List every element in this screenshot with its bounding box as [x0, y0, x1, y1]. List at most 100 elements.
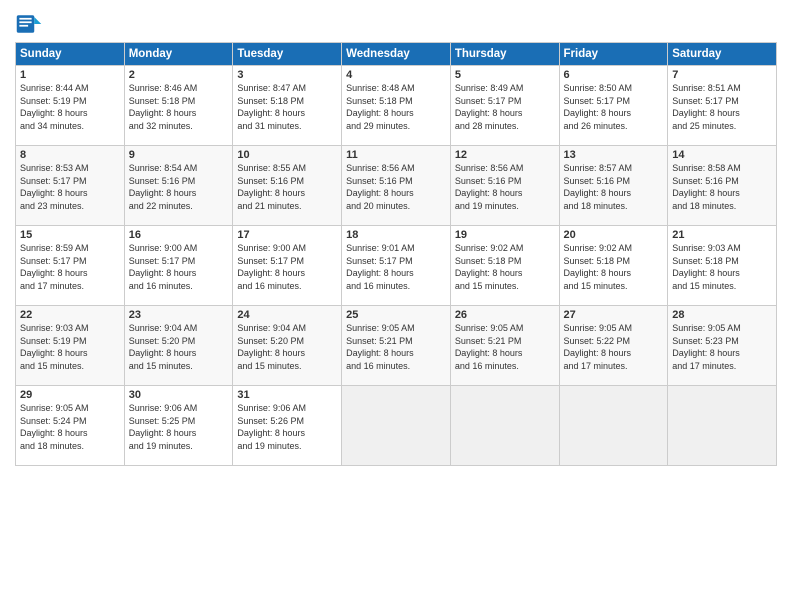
- day-number: 15: [20, 229, 120, 241]
- day-info: Sunrise: 8:55 AMSunset: 5:16 PMDaylight:…: [237, 162, 337, 212]
- day-info: Sunrise: 8:46 AMSunset: 5:18 PMDaylight:…: [129, 82, 229, 132]
- day-number: 14: [672, 149, 772, 161]
- day-info: Sunrise: 9:04 AMSunset: 5:20 PMDaylight:…: [237, 322, 337, 372]
- calendar-day: 5Sunrise: 8:49 AMSunset: 5:17 PMDaylight…: [450, 66, 559, 146]
- day-info: Sunrise: 9:05 AMSunset: 5:24 PMDaylight:…: [20, 402, 120, 452]
- day-number: 2: [129, 69, 229, 81]
- calendar-day: 17Sunrise: 9:00 AMSunset: 5:17 PMDayligh…: [233, 226, 342, 306]
- calendar-day: [559, 386, 668, 466]
- calendar-day: 13Sunrise: 8:57 AMSunset: 5:16 PMDayligh…: [559, 146, 668, 226]
- day-number: 18: [346, 229, 446, 241]
- day-info: Sunrise: 8:54 AMSunset: 5:16 PMDaylight:…: [129, 162, 229, 212]
- calendar-day: 9Sunrise: 8:54 AMSunset: 5:16 PMDaylight…: [124, 146, 233, 226]
- day-number: 28: [672, 309, 772, 321]
- col-wednesday: Wednesday: [342, 43, 451, 66]
- day-number: 1: [20, 69, 120, 81]
- calendar-day: 29Sunrise: 9:05 AMSunset: 5:24 PMDayligh…: [16, 386, 125, 466]
- calendar-day: 3Sunrise: 8:47 AMSunset: 5:18 PMDaylight…: [233, 66, 342, 146]
- day-number: 17: [237, 229, 337, 241]
- col-thursday: Thursday: [450, 43, 559, 66]
- calendar-day: 25Sunrise: 9:05 AMSunset: 5:21 PMDayligh…: [342, 306, 451, 386]
- day-info: Sunrise: 8:58 AMSunset: 5:16 PMDaylight:…: [672, 162, 772, 212]
- day-info: Sunrise: 8:50 AMSunset: 5:17 PMDaylight:…: [564, 82, 664, 132]
- day-number: 7: [672, 69, 772, 81]
- calendar-day: [450, 386, 559, 466]
- calendar-day: 20Sunrise: 9:02 AMSunset: 5:18 PMDayligh…: [559, 226, 668, 306]
- day-number: 4: [346, 69, 446, 81]
- day-number: 29: [20, 389, 120, 401]
- day-info: Sunrise: 9:06 AMSunset: 5:26 PMDaylight:…: [237, 402, 337, 452]
- calendar-day: 23Sunrise: 9:04 AMSunset: 5:20 PMDayligh…: [124, 306, 233, 386]
- day-number: 22: [20, 309, 120, 321]
- day-info: Sunrise: 8:51 AMSunset: 5:17 PMDaylight:…: [672, 82, 772, 132]
- calendar-week-5: 29Sunrise: 9:05 AMSunset: 5:24 PMDayligh…: [16, 386, 777, 466]
- calendar-day: 1Sunrise: 8:44 AMSunset: 5:19 PMDaylight…: [16, 66, 125, 146]
- day-number: 25: [346, 309, 446, 321]
- col-saturday: Saturday: [668, 43, 777, 66]
- day-number: 10: [237, 149, 337, 161]
- calendar-day: 2Sunrise: 8:46 AMSunset: 5:18 PMDaylight…: [124, 66, 233, 146]
- day-number: 13: [564, 149, 664, 161]
- day-number: 12: [455, 149, 555, 161]
- calendar-week-2: 8Sunrise: 8:53 AMSunset: 5:17 PMDaylight…: [16, 146, 777, 226]
- day-number: 6: [564, 69, 664, 81]
- logo-icon: [15, 10, 43, 38]
- calendar-table: Sunday Monday Tuesday Wednesday Thursday…: [15, 42, 777, 466]
- day-info: Sunrise: 9:05 AMSunset: 5:22 PMDaylight:…: [564, 322, 664, 372]
- day-info: Sunrise: 9:04 AMSunset: 5:20 PMDaylight:…: [129, 322, 229, 372]
- day-number: 21: [672, 229, 772, 241]
- calendar-day: 21Sunrise: 9:03 AMSunset: 5:18 PMDayligh…: [668, 226, 777, 306]
- calendar-day: 18Sunrise: 9:01 AMSunset: 5:17 PMDayligh…: [342, 226, 451, 306]
- calendar-day: 28Sunrise: 9:05 AMSunset: 5:23 PMDayligh…: [668, 306, 777, 386]
- day-info: Sunrise: 8:59 AMSunset: 5:17 PMDaylight:…: [20, 242, 120, 292]
- col-monday: Monday: [124, 43, 233, 66]
- day-info: Sunrise: 9:05 AMSunset: 5:21 PMDaylight:…: [455, 322, 555, 372]
- calendar-day: 22Sunrise: 9:03 AMSunset: 5:19 PMDayligh…: [16, 306, 125, 386]
- calendar-day: 10Sunrise: 8:55 AMSunset: 5:16 PMDayligh…: [233, 146, 342, 226]
- calendar-day: 12Sunrise: 8:56 AMSunset: 5:16 PMDayligh…: [450, 146, 559, 226]
- day-info: Sunrise: 8:56 AMSunset: 5:16 PMDaylight:…: [455, 162, 555, 212]
- day-info: Sunrise: 8:57 AMSunset: 5:16 PMDaylight:…: [564, 162, 664, 212]
- header-row: Sunday Monday Tuesday Wednesday Thursday…: [16, 43, 777, 66]
- calendar-day: 6Sunrise: 8:50 AMSunset: 5:17 PMDaylight…: [559, 66, 668, 146]
- day-info: Sunrise: 9:06 AMSunset: 5:25 PMDaylight:…: [129, 402, 229, 452]
- day-info: Sunrise: 9:02 AMSunset: 5:18 PMDaylight:…: [564, 242, 664, 292]
- calendar-day: 19Sunrise: 9:02 AMSunset: 5:18 PMDayligh…: [450, 226, 559, 306]
- calendar-day: 4Sunrise: 8:48 AMSunset: 5:18 PMDaylight…: [342, 66, 451, 146]
- day-info: Sunrise: 9:00 AMSunset: 5:17 PMDaylight:…: [129, 242, 229, 292]
- day-info: Sunrise: 9:05 AMSunset: 5:23 PMDaylight:…: [672, 322, 772, 372]
- day-info: Sunrise: 9:03 AMSunset: 5:19 PMDaylight:…: [20, 322, 120, 372]
- day-info: Sunrise: 8:48 AMSunset: 5:18 PMDaylight:…: [346, 82, 446, 132]
- day-number: 31: [237, 389, 337, 401]
- day-number: 20: [564, 229, 664, 241]
- calendar-day: [342, 386, 451, 466]
- day-number: 11: [346, 149, 446, 161]
- calendar-day: [668, 386, 777, 466]
- calendar-day: 8Sunrise: 8:53 AMSunset: 5:17 PMDaylight…: [16, 146, 125, 226]
- col-friday: Friday: [559, 43, 668, 66]
- day-number: 16: [129, 229, 229, 241]
- day-info: Sunrise: 8:53 AMSunset: 5:17 PMDaylight:…: [20, 162, 120, 212]
- col-tuesday: Tuesday: [233, 43, 342, 66]
- header: [15, 10, 777, 38]
- calendar-day: 30Sunrise: 9:06 AMSunset: 5:25 PMDayligh…: [124, 386, 233, 466]
- col-sunday: Sunday: [16, 43, 125, 66]
- calendar-week-3: 15Sunrise: 8:59 AMSunset: 5:17 PMDayligh…: [16, 226, 777, 306]
- day-info: Sunrise: 9:00 AMSunset: 5:17 PMDaylight:…: [237, 242, 337, 292]
- day-number: 24: [237, 309, 337, 321]
- day-info: Sunrise: 8:49 AMSunset: 5:17 PMDaylight:…: [455, 82, 555, 132]
- day-info: Sunrise: 8:56 AMSunset: 5:16 PMDaylight:…: [346, 162, 446, 212]
- day-number: 3: [237, 69, 337, 81]
- calendar-day: 16Sunrise: 9:00 AMSunset: 5:17 PMDayligh…: [124, 226, 233, 306]
- calendar-week-1: 1Sunrise: 8:44 AMSunset: 5:19 PMDaylight…: [16, 66, 777, 146]
- day-number: 9: [129, 149, 229, 161]
- day-info: Sunrise: 9:05 AMSunset: 5:21 PMDaylight:…: [346, 322, 446, 372]
- calendar-day: 27Sunrise: 9:05 AMSunset: 5:22 PMDayligh…: [559, 306, 668, 386]
- day-number: 5: [455, 69, 555, 81]
- calendar-day: 24Sunrise: 9:04 AMSunset: 5:20 PMDayligh…: [233, 306, 342, 386]
- day-number: 27: [564, 309, 664, 321]
- day-number: 23: [129, 309, 229, 321]
- calendar-day: 26Sunrise: 9:05 AMSunset: 5:21 PMDayligh…: [450, 306, 559, 386]
- page-container: Sunday Monday Tuesday Wednesday Thursday…: [0, 0, 792, 476]
- day-info: Sunrise: 9:02 AMSunset: 5:18 PMDaylight:…: [455, 242, 555, 292]
